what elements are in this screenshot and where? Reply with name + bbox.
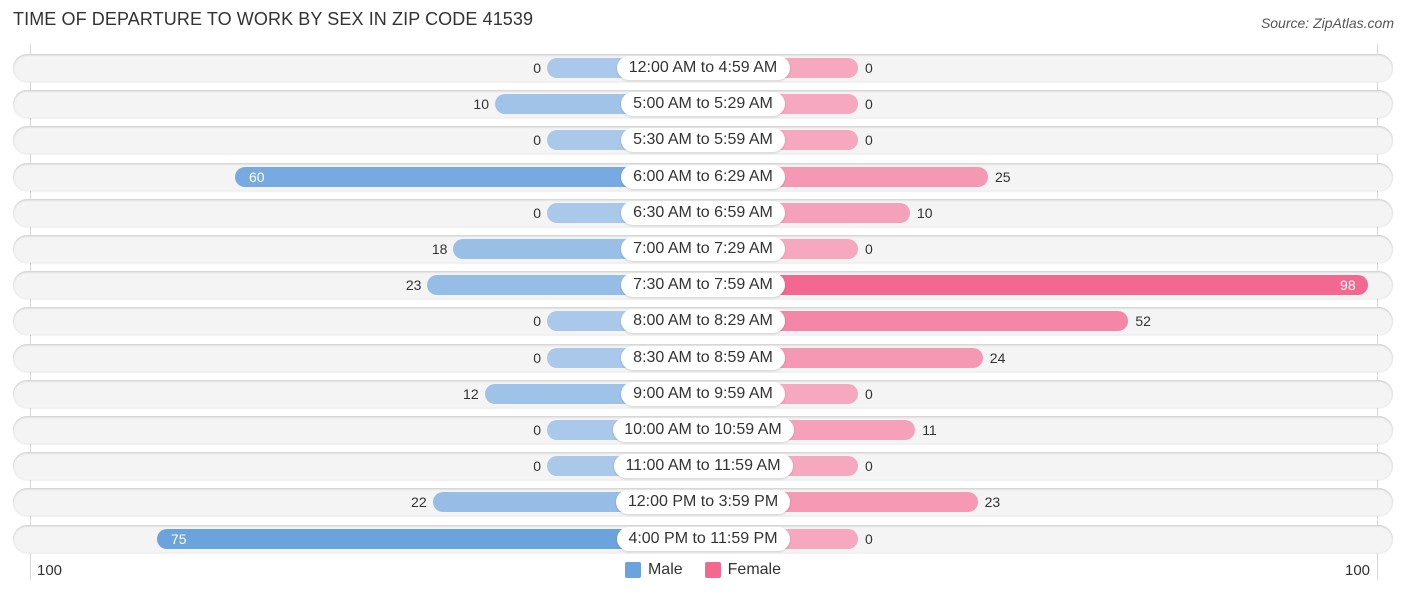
legend-label-male: Male xyxy=(647,561,683,578)
value-label-male: 0 xyxy=(533,313,541,330)
category-label: 5:30 AM to 5:59 AM xyxy=(621,128,785,153)
category-label: 5:00 AM to 5:29 AM xyxy=(621,92,785,117)
category-label: 4:00 PM to 11:59 PM xyxy=(616,526,790,551)
value-label-female: 52 xyxy=(1135,313,1151,330)
value-label-male: 18 xyxy=(431,241,448,257)
value-label-male: 75 xyxy=(171,530,187,547)
value-label-male: 23 xyxy=(405,277,422,294)
category-label: 12:00 PM to 3:59 PM xyxy=(616,490,790,515)
value-label-male: 22 xyxy=(411,494,427,511)
value-label-male: 0 xyxy=(533,60,541,76)
legend-label-female: Female xyxy=(727,561,782,578)
value-label-male: 12 xyxy=(463,385,479,402)
value-label-female: 25 xyxy=(995,168,1011,185)
legend-item-female: Female xyxy=(704,561,782,579)
value-label-male: 60 xyxy=(249,168,265,185)
value-label-female: 0 xyxy=(865,530,873,547)
value-label-female: 0 xyxy=(865,60,873,76)
legend: Male Female xyxy=(0,561,1406,579)
category-label: 11:00 AM to 11:59 AM xyxy=(613,454,793,479)
category-label: 9:00 AM to 9:59 AM xyxy=(621,381,785,406)
source-attribution: Source: ZipAtlas.com xyxy=(1260,15,1394,31)
legend-swatch-male xyxy=(624,562,641,578)
category-label: 12:00 AM to 4:59 AM xyxy=(616,56,790,80)
value-label-female: 0 xyxy=(865,132,873,149)
value-label-female: 0 xyxy=(865,96,873,113)
value-label-male: 0 xyxy=(533,458,541,475)
category-label: 6:30 AM to 6:59 AM xyxy=(621,200,785,225)
category-label: 10:00 AM to 10:59 AM xyxy=(612,418,794,442)
category-label: 8:00 AM to 8:29 AM xyxy=(621,309,785,334)
value-label-female: 0 xyxy=(865,241,873,257)
value-label-female: 98 xyxy=(1340,277,1356,294)
category-label: 6:00 AM to 6:29 AM xyxy=(621,164,785,189)
category-label: 7:30 AM to 7:59 AM xyxy=(621,273,785,298)
legend-swatch-female xyxy=(704,562,721,578)
category-label: 7:00 AM to 7:29 AM xyxy=(621,237,785,261)
category-label: 8:30 AM to 8:59 AM xyxy=(621,345,785,370)
chart-title: TIME OF DEPARTURE TO WORK BY SEX IN ZIP … xyxy=(13,9,534,29)
legend-item-male: Male xyxy=(624,561,683,579)
value-label-male: 10 xyxy=(473,96,489,113)
value-label-female: 0 xyxy=(865,385,873,402)
value-label-male: 0 xyxy=(533,349,541,366)
value-label-female: 10 xyxy=(917,204,933,221)
value-label-female: 24 xyxy=(989,349,1006,366)
value-label-female: 23 xyxy=(984,494,1001,511)
value-label-female: 11 xyxy=(922,422,937,438)
value-label-male: 0 xyxy=(533,204,541,221)
value-label-male: 0 xyxy=(533,132,541,149)
bar-female xyxy=(703,275,1368,296)
value-label-male: 0 xyxy=(533,422,541,438)
value-label-female: 0 xyxy=(865,458,873,475)
